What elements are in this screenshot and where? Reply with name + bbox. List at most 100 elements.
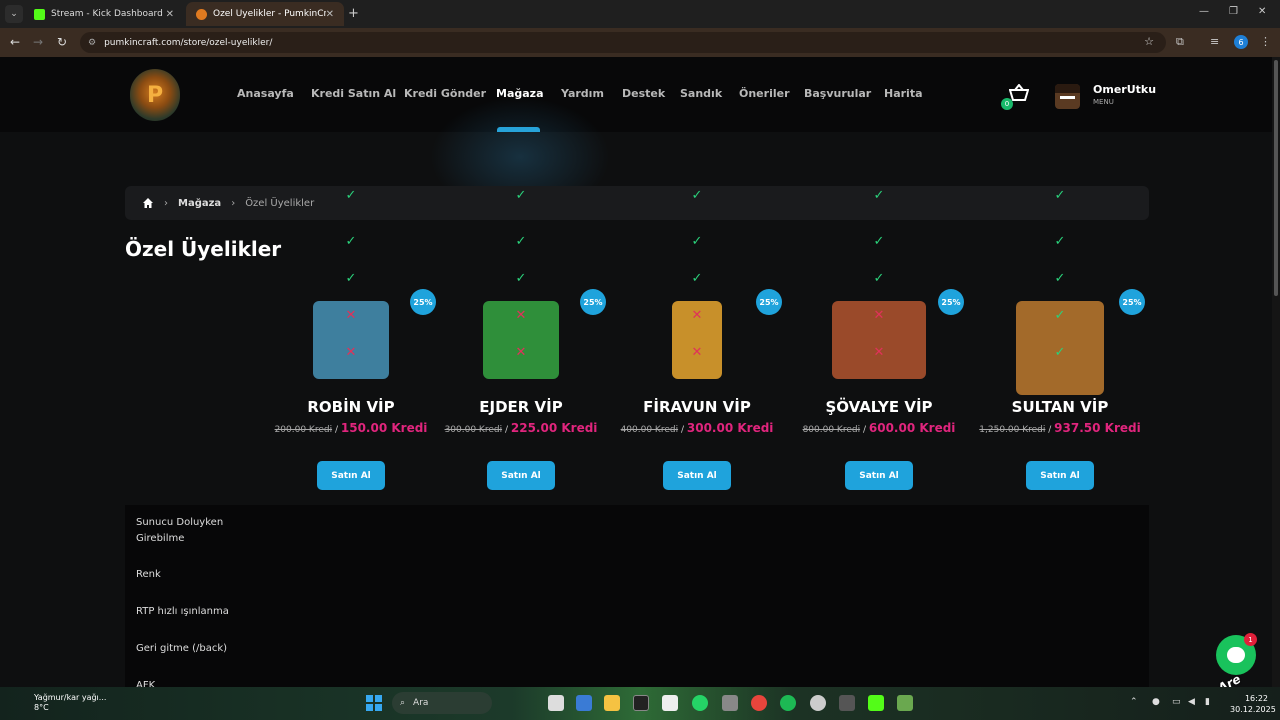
breadcrumb-store[interactable]: Mağaza: [178, 198, 221, 209]
breadcrumb: › Mağaza › Özel Üyelikler: [125, 186, 1149, 220]
kick-icon[interactable]: [868, 695, 884, 711]
whatsapp-icon[interactable]: [692, 695, 708, 711]
home-icon[interactable]: [142, 197, 154, 209]
network-icon[interactable]: ▭: [1172, 697, 1181, 707]
nav-destek[interactable]: Destek: [622, 87, 665, 100]
tray-chevron-icon[interactable]: ⌃: [1130, 697, 1138, 707]
extensions-icon[interactable]: ⧉: [1176, 35, 1184, 49]
nav-kredi-satin-al[interactable]: Kredi Satın Al: [311, 87, 396, 100]
check-icon: ✓: [1054, 345, 1066, 360]
tab-pumkincraft[interactable]: Özel Üyelikler - PumkinCraft ✕: [186, 2, 344, 26]
address-bar[interactable]: ⚙ pumkincraft.com/store/ozel-uyelikler/ …: [80, 32, 1166, 53]
product-name: FİRAVUN VİP: [643, 398, 751, 416]
app-icon[interactable]: [576, 695, 592, 711]
microphone-icon[interactable]: ●: [1152, 697, 1160, 707]
discount-badge: 25%: [938, 289, 964, 315]
check-icon: ✓: [1054, 188, 1066, 203]
bookmark-star-icon[interactable]: ☆: [1144, 35, 1154, 48]
epic-games-icon[interactable]: [633, 695, 649, 711]
browser-menu-icon[interactable]: ⋮: [1260, 35, 1271, 48]
profile-avatar[interactable]: 6: [1234, 35, 1248, 49]
page-title: Özel Üyelikler: [125, 237, 282, 261]
nav-anasayfa[interactable]: Anasayfa: [237, 87, 294, 100]
table-row: Sunucu Doluyken Girebilme: [125, 513, 1149, 544]
nav-harita[interactable]: Harita: [884, 87, 923, 100]
new-tab-icon[interactable]: +: [348, 6, 359, 21]
cross-icon: ✕: [691, 345, 703, 360]
close-window-icon[interactable]: ✕: [1258, 6, 1266, 17]
buy-button[interactable]: Satın Al: [317, 461, 385, 490]
forward-icon[interactable]: →: [33, 35, 43, 49]
store-icon[interactable]: [662, 695, 678, 711]
user-menu-label[interactable]: MENU: [1093, 98, 1114, 106]
minimize-icon[interactable]: —: [1199, 6, 1209, 17]
check-icon: ✓: [691, 188, 703, 203]
feature-label: Renk: [136, 569, 161, 580]
restore-icon[interactable]: ❐: [1229, 6, 1238, 17]
clock-app-icon[interactable]: [810, 695, 826, 711]
check-icon: ✓: [691, 234, 703, 249]
kick-favicon-icon: [34, 8, 45, 20]
check-icon: ✓: [515, 234, 527, 249]
product-name: ROBİN VİP: [307, 398, 395, 416]
taskbar-search[interactable]: ⌕ Ara: [392, 692, 492, 714]
nav-oneriler[interactable]: Öneriler: [739, 87, 790, 100]
volume-icon[interactable]: ◀: [1188, 697, 1195, 707]
weather-widget[interactable]: Yağmur/kar yağı... 8°C: [20, 693, 106, 713]
cart-count-badge: 0: [1001, 98, 1013, 110]
discount-badge: 25%: [1119, 289, 1145, 315]
avatar[interactable]: [1055, 84, 1080, 109]
buy-button[interactable]: Satın Al: [845, 461, 913, 490]
chrome-icon[interactable]: [751, 695, 767, 711]
table-row: RTP hızlı ışınlanma: [125, 604, 1149, 634]
buy-button[interactable]: Satın Al: [1026, 461, 1094, 490]
cross-icon: ✕: [515, 345, 527, 360]
tab-kick-dashboard[interactable]: Stream - Kick Dashboard ✕: [24, 2, 184, 26]
feature-label: Sunucu Doluyken Girebilme: [136, 517, 224, 544]
start-button[interactable]: [366, 695, 382, 711]
battery-icon[interactable]: ▮: [1205, 697, 1210, 707]
nav-sandik[interactable]: Sandık: [680, 87, 722, 100]
feature-table: Sunucu Doluyken Girebilme Renk RTP hızlı…: [125, 188, 1149, 687]
buy-button[interactable]: Satın Al: [487, 461, 555, 490]
close-tab-icon[interactable]: ✕: [166, 9, 174, 20]
product-price: 1,250.00 Kredi / 937.50 Kredi: [979, 421, 1141, 435]
tab-search-button[interactable]: ⌄: [5, 5, 23, 23]
back-icon[interactable]: ←: [10, 35, 20, 49]
cart-icon[interactable]: [1009, 84, 1029, 102]
table-row: Geri gitme (/back): [125, 641, 1149, 671]
product-name: SULTAN VİP: [1011, 398, 1109, 416]
media-control-icon[interactable]: ≡: [1210, 35, 1219, 48]
task-view-icon[interactable]: [548, 695, 564, 711]
minecraft-icon[interactable]: [897, 695, 913, 711]
spotify-icon[interactable]: [780, 695, 796, 711]
file-explorer-icon[interactable]: [604, 695, 620, 711]
nav-basvurular[interactable]: Başvurular: [804, 87, 871, 100]
feature-label: RTP hızlı ışınlanma: [136, 606, 229, 617]
site-info-icon[interactable]: ⚙: [88, 38, 96, 48]
tab-title: Özel Üyelikler - PumkinCraft: [213, 9, 326, 19]
username[interactable]: OmerUtku: [1093, 83, 1156, 96]
pumkincraft-favicon-icon: [196, 8, 207, 20]
scrollbar-thumb[interactable]: [1274, 60, 1278, 296]
check-icon: ✓: [1054, 271, 1066, 286]
app-icon[interactable]: [839, 695, 855, 711]
nav-kredi-gonder[interactable]: Kredi Gönder: [404, 87, 486, 100]
site-logo[interactable]: P: [130, 69, 180, 121]
product-name: ŞÖVALYE VİP: [825, 398, 933, 416]
cross-icon: ✕: [515, 308, 527, 323]
url-text: pumkincraft.com/store/ozel-uyelikler/: [104, 37, 273, 48]
web-page: P Anasayfa Kredi Satın Al Kredi Gönder M…: [0, 57, 1272, 687]
search-icon: ⌕: [400, 698, 406, 708]
reload-icon[interactable]: ↻: [57, 35, 67, 49]
discount-badge: 25%: [410, 289, 436, 315]
close-tab-icon[interactable]: ✕: [326, 9, 334, 20]
check-icon: ✓: [873, 234, 885, 249]
cross-icon: ✕: [345, 308, 357, 323]
nav-yardim[interactable]: Yardım: [561, 87, 604, 100]
taskbar-clock[interactable]: 16:22 30.12.2025: [1230, 693, 1276, 715]
app-icon[interactable]: [722, 695, 738, 711]
buy-button[interactable]: Satın Al: [663, 461, 731, 490]
nav-magaza[interactable]: Mağaza: [496, 87, 544, 100]
feature-label: AFK: [136, 680, 156, 687]
